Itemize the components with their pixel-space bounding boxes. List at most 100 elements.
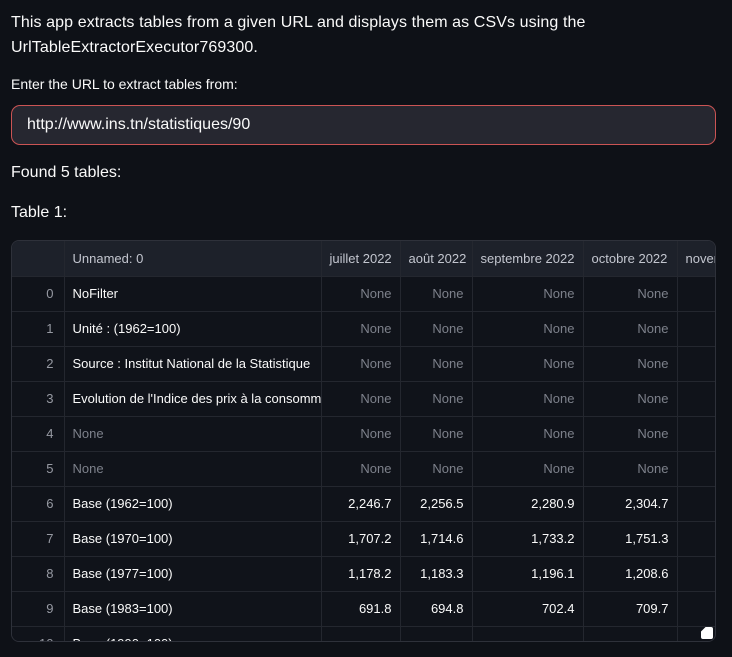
- value-cell[interactable]: 709.7: [583, 591, 677, 626]
- value-cell[interactable]: 1,714.6: [400, 521, 472, 556]
- value-cell[interactable]: None: [400, 311, 472, 346]
- table-row: 9Base (1983=100)691.8694.8702.4709.7: [12, 591, 716, 626]
- column-header[interactable]: Unnamed: 0: [64, 241, 321, 276]
- row-index-cell[interactable]: 3: [12, 381, 64, 416]
- value-cell[interactable]: None: [321, 311, 400, 346]
- column-header[interactable]: octobre 2022: [583, 241, 677, 276]
- value-cell[interactable]: None: [472, 381, 583, 416]
- row-index-cell[interactable]: 7: [12, 521, 64, 556]
- row-index-cell[interactable]: 5: [12, 451, 64, 486]
- url-input-label: Enter the URL to extract tables from:: [11, 76, 716, 93]
- row-name-cell[interactable]: Base (1970=100): [64, 521, 321, 556]
- value-cell[interactable]: 702.4: [472, 591, 583, 626]
- value-cell[interactable]: [677, 381, 716, 416]
- row-index-cell[interactable]: 10: [12, 626, 64, 642]
- dataframe: Unnamed: 0juillet 2022août 2022septembre…: [12, 241, 716, 642]
- value-cell[interactable]: None: [472, 346, 583, 381]
- value-cell[interactable]: 1,707.2: [321, 521, 400, 556]
- row-name-cell[interactable]: Evolution de l'Indice des prix à la cons…: [64, 381, 321, 416]
- value-cell[interactable]: [677, 311, 716, 346]
- table-row: 5NoneNoneNoneNoneNone: [12, 451, 716, 486]
- value-cell[interactable]: None: [400, 381, 472, 416]
- url-input[interactable]: [11, 105, 716, 145]
- value-cell[interactable]: [583, 626, 677, 642]
- value-cell[interactable]: None: [400, 416, 472, 451]
- app-description: This app extracts tables from a given UR…: [11, 0, 716, 60]
- table-row: 2Source : Institut National de la Statis…: [12, 346, 716, 381]
- app-root: This app extracts tables from a given UR…: [11, 0, 716, 642]
- value-cell[interactable]: 1,733.2: [472, 521, 583, 556]
- value-cell[interactable]: [677, 521, 716, 556]
- column-header[interactable]: juillet 2022: [321, 241, 400, 276]
- value-cell[interactable]: None: [400, 451, 472, 486]
- index-column-header[interactable]: [12, 241, 64, 276]
- table-row: 3Evolution de l'Indice des prix à la con…: [12, 381, 716, 416]
- dataframe-container: Unnamed: 0juillet 2022août 2022septembre…: [11, 240, 716, 642]
- value-cell[interactable]: 1,751.3: [583, 521, 677, 556]
- value-cell[interactable]: [472, 626, 583, 642]
- column-header[interactable]: septembre 2022: [472, 241, 583, 276]
- value-cell[interactable]: None: [400, 346, 472, 381]
- table-row: 8Base (1977=100)1,178.21,183.31,196.11,2…: [12, 556, 716, 591]
- value-cell[interactable]: None: [472, 276, 583, 311]
- header-row: Unnamed: 0juillet 2022août 2022septembre…: [12, 241, 716, 276]
- value-cell[interactable]: None: [321, 416, 400, 451]
- row-name-cell[interactable]: Base (1983=100): [64, 591, 321, 626]
- value-cell[interactable]: [677, 451, 716, 486]
- row-name-cell[interactable]: Base (1977=100): [64, 556, 321, 591]
- table-row: 4NoneNoneNoneNoneNone: [12, 416, 716, 451]
- row-name-cell[interactable]: Unité : (1962=100): [64, 311, 321, 346]
- value-cell[interactable]: 1,208.6: [583, 556, 677, 591]
- column-header[interactable]: août 2022: [400, 241, 472, 276]
- value-cell[interactable]: [321, 626, 400, 642]
- value-cell[interactable]: [677, 556, 716, 591]
- value-cell[interactable]: None: [321, 381, 400, 416]
- value-cell[interactable]: 691.8: [321, 591, 400, 626]
- row-name-cell[interactable]: NoFilter: [64, 276, 321, 311]
- column-header[interactable]: novembre 2022: [677, 241, 716, 276]
- value-cell[interactable]: None: [583, 346, 677, 381]
- row-name-cell[interactable]: None: [64, 451, 321, 486]
- value-cell[interactable]: None: [472, 451, 583, 486]
- row-index-cell[interactable]: 2: [12, 346, 64, 381]
- value-cell[interactable]: [677, 486, 716, 521]
- table-row: 10Base (1990=100): [12, 626, 716, 642]
- row-index-cell[interactable]: 0: [12, 276, 64, 311]
- value-cell[interactable]: [400, 626, 472, 642]
- value-cell[interactable]: [677, 276, 716, 311]
- value-cell[interactable]: None: [321, 346, 400, 381]
- value-cell[interactable]: None: [400, 276, 472, 311]
- value-cell[interactable]: None: [321, 451, 400, 486]
- value-cell[interactable]: 2,256.5: [400, 486, 472, 521]
- value-cell[interactable]: None: [472, 416, 583, 451]
- value-cell[interactable]: None: [472, 311, 583, 346]
- value-cell[interactable]: [677, 591, 716, 626]
- row-index-cell[interactable]: 9: [12, 591, 64, 626]
- value-cell[interactable]: [677, 346, 716, 381]
- row-name-cell[interactable]: Base (1990=100): [64, 626, 321, 642]
- row-index-cell[interactable]: 4: [12, 416, 64, 451]
- value-cell[interactable]: 1,196.1: [472, 556, 583, 591]
- value-cell[interactable]: 1,178.2: [321, 556, 400, 591]
- value-cell[interactable]: None: [583, 381, 677, 416]
- row-name-cell[interactable]: Base (1962=100): [64, 486, 321, 521]
- value-cell[interactable]: 694.8: [400, 591, 472, 626]
- row-name-cell[interactable]: Source : Institut National de la Statist…: [64, 346, 321, 381]
- value-cell[interactable]: 1,183.3: [400, 556, 472, 591]
- value-cell[interactable]: None: [583, 311, 677, 346]
- dataframe-body: 0NoFilterNoneNoneNoneNone1Unité : (1962=…: [12, 276, 716, 642]
- value-cell[interactable]: None: [583, 416, 677, 451]
- table-title: Table 1:: [11, 204, 716, 222]
- row-index-cell[interactable]: 8: [12, 556, 64, 591]
- row-index-cell[interactable]: 1: [12, 311, 64, 346]
- value-cell[interactable]: None: [321, 276, 400, 311]
- row-index-cell[interactable]: 6: [12, 486, 64, 521]
- value-cell[interactable]: 2,304.7: [583, 486, 677, 521]
- value-cell[interactable]: None: [583, 276, 677, 311]
- table-row: 7Base (1970=100)1,707.21,714.61,733.21,7…: [12, 521, 716, 556]
- value-cell[interactable]: [677, 416, 716, 451]
- value-cell[interactable]: 2,280.9: [472, 486, 583, 521]
- value-cell[interactable]: None: [583, 451, 677, 486]
- value-cell[interactable]: 2,246.7: [321, 486, 400, 521]
- row-name-cell[interactable]: None: [64, 416, 321, 451]
